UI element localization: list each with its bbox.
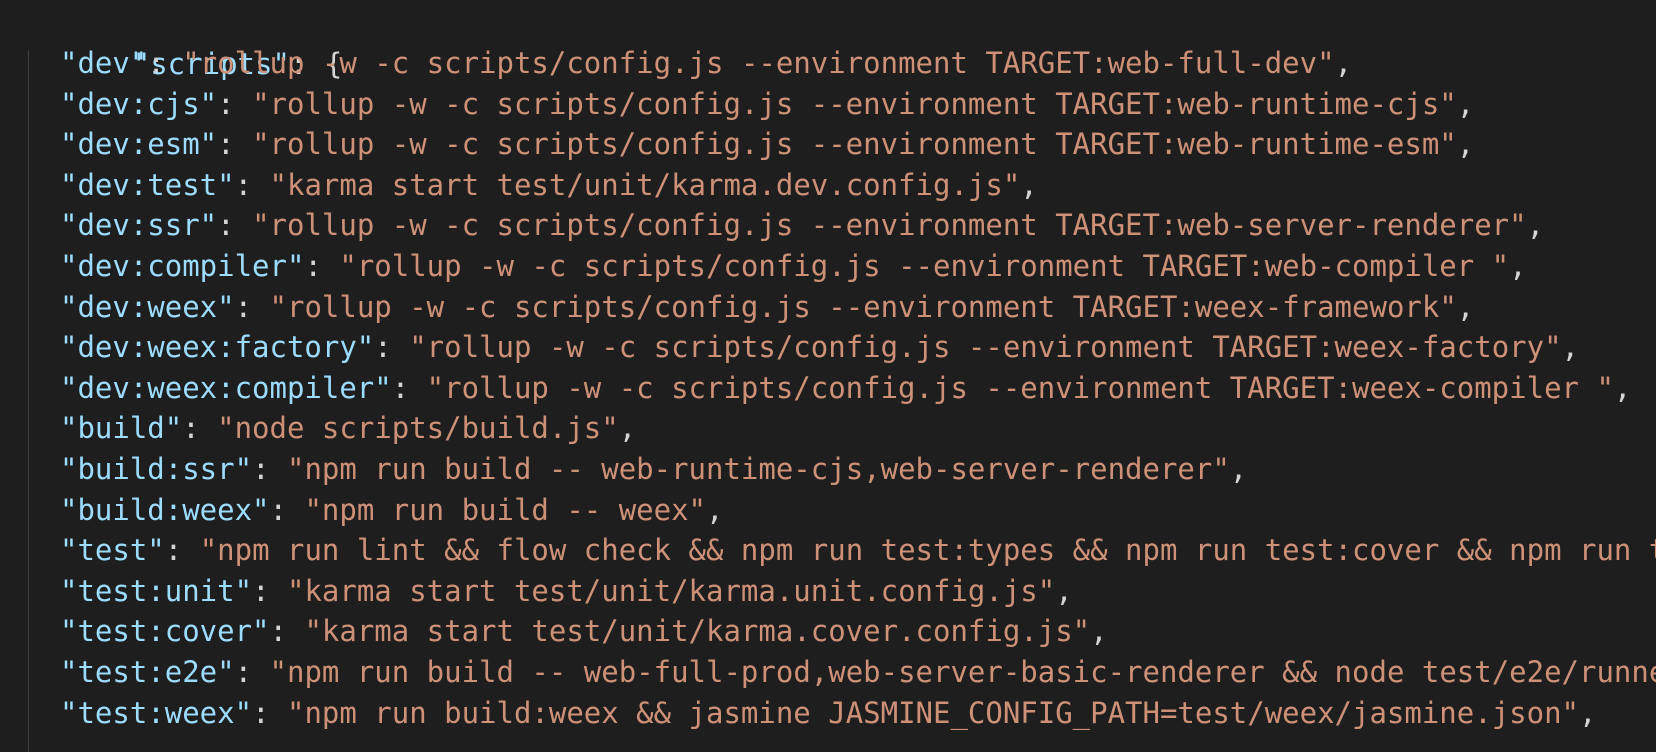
json-comma: ,: [1509, 249, 1527, 283]
json-key: "build:ssr": [60, 452, 253, 486]
json-string-value: "karma start test/unit/karma.cover.confi…: [304, 614, 1091, 649]
code-editor[interactable]: "scripts": { "dev": "rollup -w -c script…: [0, 0, 1656, 752]
code-line: "test:e2e": "npm run build -- web-full-p…: [60, 651, 1656, 694]
json-key: "build": [60, 411, 183, 446]
json-comma: ,: [1334, 46, 1353, 80]
json-colon: :: [217, 208, 253, 243]
json-colon: :: [269, 492, 305, 527]
json-key: "test:unit": [60, 573, 253, 608]
code-line: "dev:ssr": "rollup -w -c scripts/config.…: [60, 204, 1544, 247]
json-key: "dev:compiler": [60, 249, 305, 283]
json-key: "build:weex": [60, 492, 270, 527]
json-string-value: "npm run build -- web-full-prod,web-serv…: [269, 655, 1656, 689]
json-string-value: "karma start test/unit/karma.dev.config.…: [269, 167, 1021, 202]
json-colon: :: [234, 289, 270, 324]
code-line: "dev:cjs": "rollup -w -c scripts/config.…: [60, 83, 1474, 126]
json-colon: :: [164, 533, 200, 568]
code-line: "test": "npm run lint && flow check && n…: [60, 529, 1656, 572]
json-string-value: "npm run build -- web-runtime-cjs,web-se…: [286, 452, 1230, 486]
code-line-scripts: "scripts": {: [28, 0, 343, 81]
json-colon: :: [252, 695, 287, 730]
json-comma: ,: [1090, 614, 1108, 649]
code-line: "dev:esm": "rollup -w -c scripts/config.…: [60, 123, 1474, 166]
json-comma: ,: [1579, 695, 1597, 730]
json-comma: ,: [706, 492, 724, 527]
json-colon: :: [217, 127, 253, 162]
json-comma: ,: [1055, 573, 1073, 608]
json-key: "dev:weex": [60, 289, 235, 324]
json-string-value: "rollup -w -c scripts/config.js --enviro…: [409, 330, 1562, 365]
json-key: "dev:test": [60, 167, 235, 202]
json-key: "test:e2e": [60, 655, 235, 689]
code-line: "test:weex": "npm run build:weex && jasm…: [60, 692, 1596, 735]
json-comma: ,: [618, 411, 637, 446]
json-string-value: "rollup -w -c scripts/config.js --enviro…: [252, 86, 1457, 121]
json-key: "test:weex": [60, 695, 253, 730]
json-comma: ,: [1613, 370, 1632, 405]
json-colon: :: [269, 614, 305, 649]
json-string-value: "npm run build -- weex": [304, 492, 707, 527]
json-comma: ,: [1456, 86, 1475, 121]
json-string-value: "rollup -w -c scripts/config.js --enviro…: [182, 46, 1335, 80]
json-colon: :: [182, 411, 218, 446]
json-key: "test": [60, 533, 165, 568]
json-colon: :: [147, 46, 183, 80]
code-line: "dev:weex:factory": "rollup -w -c script…: [60, 326, 1579, 369]
code-line: "build:ssr": "npm run build -- web-runti…: [60, 448, 1247, 491]
json-colon: :: [234, 655, 270, 689]
json-string-value: "rollup -w -c scripts/config.js --enviro…: [269, 289, 1457, 324]
code-line: "dev": "rollup -w -c scripts/config.js -…: [60, 42, 1352, 85]
code-line: "dev:test": "karma start test/unit/karma…: [60, 164, 1038, 207]
json-colon: :: [217, 86, 253, 121]
code-line: "build:weex": "npm run build -- weex",: [60, 489, 723, 532]
json-key: "test:cover": [60, 614, 270, 649]
json-key: "dev:weex:factory": [60, 330, 375, 365]
json-colon: :: [391, 370, 427, 405]
code-line: "test:cover": "karma start test/unit/kar…: [60, 610, 1108, 653]
json-string-value: "npm run build:weex && jasmine JASMINE_C…: [286, 695, 1579, 730]
json-comma: ,: [1561, 330, 1579, 365]
json-colon: :: [304, 249, 340, 283]
code-line: "dev:compiler": "rollup -w -c scripts/co…: [60, 245, 1527, 288]
json-colon: :: [234, 167, 270, 202]
json-colon: :: [374, 330, 410, 365]
json-key: "dev:weex:compiler": [60, 370, 392, 405]
json-comma: ,: [1020, 167, 1038, 202]
code-line: "test:unit": "karma start test/unit/karm…: [60, 570, 1073, 613]
json-string-value: "rollup -w -c scripts/config.js --enviro…: [339, 249, 1510, 283]
json-string-value: "rollup -w -c scripts/config.js --enviro…: [252, 127, 1457, 162]
json-string-value: "rollup -w -c scripts/config.js --enviro…: [252, 208, 1527, 243]
json-key: "dev:esm": [60, 127, 218, 162]
json-key: "dev:cjs": [60, 86, 218, 121]
json-string-value: "node scripts/build.js": [217, 411, 619, 446]
json-key: "dev:ssr": [60, 208, 218, 243]
code-line: "dev:weex:compiler": "rollup -w -c scrip…: [60, 367, 1631, 410]
json-comma: ,: [1229, 452, 1248, 486]
json-colon: :: [252, 452, 287, 486]
json-comma: ,: [1456, 127, 1475, 162]
code-line: "dev:weex": "rollup -w -c scripts/config…: [60, 286, 1474, 329]
indent-guide: [28, 50, 29, 752]
json-string-value: "rollup -w -c scripts/config.js --enviro…: [426, 370, 1614, 405]
json-colon: :: [252, 573, 287, 608]
json-comma: ,: [1456, 289, 1475, 324]
json-key: "dev": [60, 46, 148, 80]
json-string-value: "karma start test/unit/karma.unit.config…: [286, 573, 1056, 608]
json-comma: ,: [1526, 208, 1545, 243]
code-line: "build": "node scripts/build.js",: [60, 407, 636, 450]
json-string-value: "npm run lint && flow check && npm run t…: [199, 533, 1656, 568]
